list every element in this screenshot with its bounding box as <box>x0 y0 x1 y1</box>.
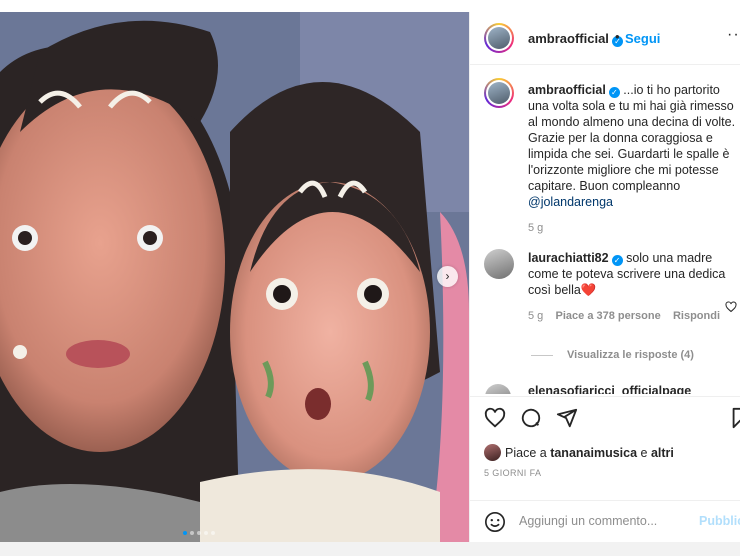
caption-author-username[interactable]: ambraofficial ✓ <box>528 83 620 98</box>
post-header: ambraofficial✓ • Segui ··· <box>470 12 740 65</box>
more-options-icon[interactable]: ··· <box>727 26 740 44</box>
view-replies-button[interactable]: Visualizza le risposte (4) <box>531 349 694 361</box>
truncated-comment-username[interactable]: elenasofiaricci_officialpage <box>528 384 691 394</box>
verified-badge-icon: ✓ <box>608 87 620 98</box>
post-actions-bar <box>470 396 740 439</box>
caption-mention-link[interactable]: @jolandarenga <box>528 195 613 209</box>
carousel-indicator <box>183 522 218 540</box>
add-comment-bar: Aggiungi un commento... Pubblica <box>470 500 740 543</box>
view-replies-label: Visualizza le risposte (4) <box>567 349 694 361</box>
liker-username[interactable]: tananaimusica <box>550 446 637 460</box>
likes-conjunction: e <box>640 446 648 460</box>
photo-illustration <box>0 12 469 542</box>
comment-age: 5 g <box>528 310 544 322</box>
reply-button[interactable]: Rispondi <box>673 310 720 322</box>
carousel-dot <box>197 531 201 535</box>
share-icon[interactable] <box>556 407 578 429</box>
carousel-dot <box>190 531 194 535</box>
carousel-dot <box>204 531 208 535</box>
red-heart-emoji: ❤️ <box>580 283 597 297</box>
caption-text: ...io ti ho partorito una volta sola e t… <box>528 83 736 193</box>
commenter-username[interactable]: laurachiatti82 ✓ <box>528 251 623 266</box>
caption-author-avatar[interactable] <box>484 78 514 108</box>
bookmark-icon[interactable] <box>729 407 740 429</box>
header-separator: • <box>615 29 620 44</box>
follow-button[interactable]: Segui <box>625 31 660 46</box>
heart-icon[interactable] <box>484 407 506 429</box>
comment-item: laurachiatti82 ✓ solo una madre come te p… <box>528 250 740 324</box>
replies-divider <box>531 354 553 356</box>
window-top-strip <box>0 0 740 12</box>
carousel-dot <box>183 531 187 535</box>
truncated-comment-avatar[interactable] <box>485 384 511 394</box>
post-detail-panel: ambraofficial✓ • Segui ··· ambraofficial… <box>469 12 740 542</box>
likes-others-link[interactable]: altri <box>651 446 674 460</box>
comment-icon[interactable] <box>520 407 542 429</box>
likes-summary: Piace a tananaimusica e altri <box>484 444 674 461</box>
publish-button[interactable]: Pubblica <box>699 514 740 528</box>
commenter-avatar[interactable] <box>484 249 514 279</box>
post-caption: ambraofficial ✓ ...io ti ho partorito una… <box>528 82 740 236</box>
comment-likes-count[interactable]: Piace a 378 persone <box>556 310 661 322</box>
add-comment-input[interactable]: Aggiungi un commento... <box>519 514 657 528</box>
author-avatar[interactable] <box>484 23 514 53</box>
liker-avatar[interactable] <box>484 444 501 461</box>
comment-like-heart-icon[interactable] <box>725 301 737 313</box>
caption-age: 5 g <box>528 222 544 234</box>
verified-badge-icon: ✓ <box>611 255 623 266</box>
post-photo[interactable] <box>0 12 469 542</box>
likes-prefix: Piace a <box>505 446 547 460</box>
author-username[interactable]: ambraofficial ✓ <box>528 31 623 47</box>
carousel-dot <box>211 531 215 535</box>
emoji-icon[interactable] <box>484 511 506 533</box>
post-timestamp: 5 GIORNI FA <box>484 468 542 478</box>
truncated-comment: elenasofiaricci_officialpage <box>485 384 740 394</box>
window-bottom-strip <box>0 542 740 556</box>
carousel-next-button[interactable]: › <box>437 266 458 287</box>
comment-meta: 5 g Piace a 378 persone Rispondi <box>528 308 740 324</box>
chevron-right-icon: › <box>445 269 450 283</box>
